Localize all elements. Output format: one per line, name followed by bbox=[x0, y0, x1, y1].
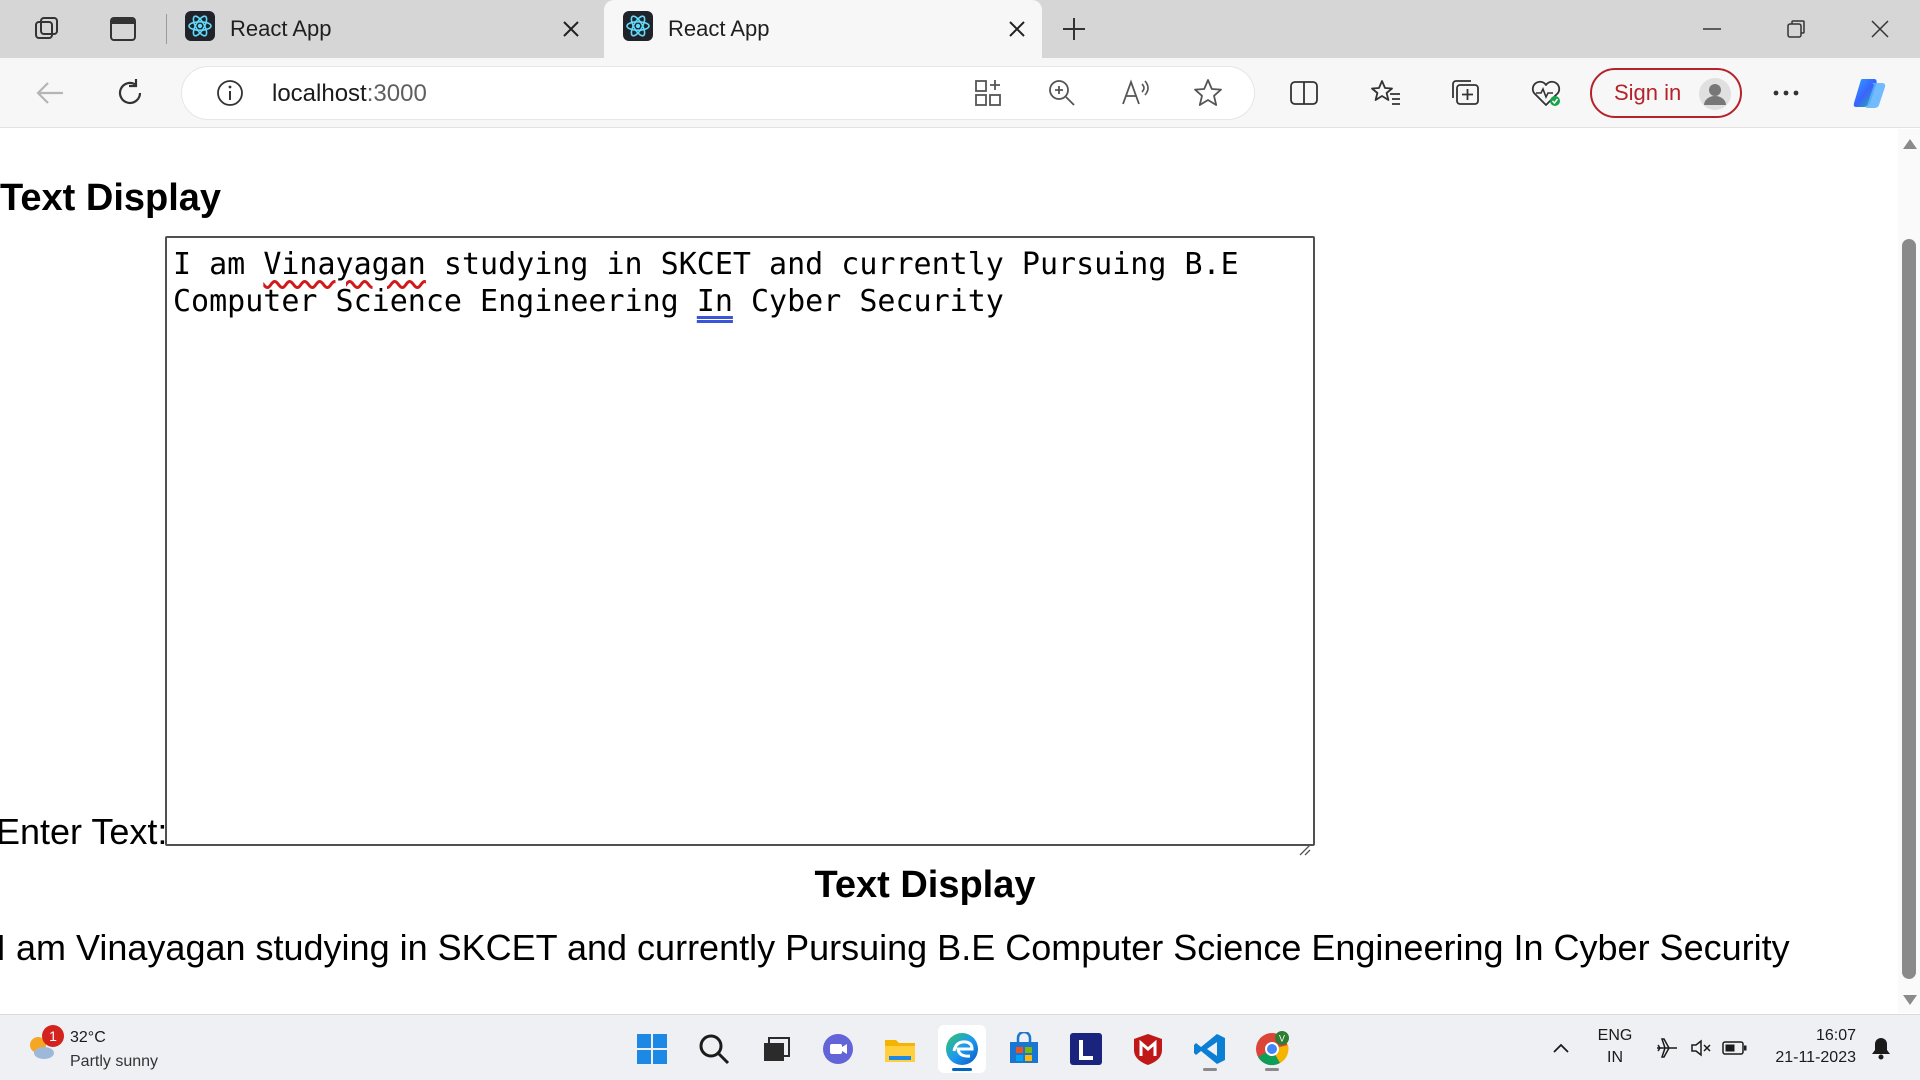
page-scrollbar[interactable] bbox=[1898, 129, 1920, 1013]
split-screen-icon[interactable] bbox=[1282, 71, 1326, 115]
language-indicator[interactable]: ENG IN bbox=[1590, 1027, 1640, 1067]
copilot-icon[interactable] bbox=[1848, 71, 1892, 115]
airplane-mode-icon[interactable] bbox=[1654, 1035, 1680, 1061]
scroll-thumb[interactable] bbox=[1902, 239, 1916, 979]
new-tab-button[interactable] bbox=[1052, 10, 1096, 48]
output-text: I am Vinayagan studying in SKCET and cur… bbox=[0, 927, 1790, 968]
notification-badge: 1 bbox=[42, 1025, 64, 1047]
weather-condition: Partly sunny bbox=[70, 1053, 159, 1070]
sign-in-button[interactable]: Sign in bbox=[1590, 68, 1742, 118]
clock-time: 16:07 bbox=[1815, 1027, 1856, 1044]
scroll-up-arrow-icon[interactable] bbox=[1903, 139, 1917, 149]
mcafee-icon[interactable] bbox=[1124, 1025, 1172, 1073]
restore-icon[interactable] bbox=[1756, 0, 1836, 58]
chrome-icon[interactable]: V bbox=[1248, 1025, 1296, 1073]
running-indicator bbox=[1203, 1068, 1217, 1071]
url-port: :3000 bbox=[366, 80, 427, 107]
edge-icon[interactable] bbox=[938, 1025, 986, 1073]
vscode-icon[interactable] bbox=[1186, 1025, 1234, 1073]
close-tab-icon[interactable] bbox=[1002, 14, 1032, 44]
url-host: localhost bbox=[272, 80, 367, 107]
textarea-text: I am bbox=[173, 247, 264, 282]
address-bar[interactable]: localhost:3000 bbox=[182, 67, 1254, 119]
notification-bell-icon[interactable] bbox=[1868, 1035, 1894, 1061]
clock-date: 21-11-2023 bbox=[1775, 1049, 1856, 1066]
scroll-down-arrow-icon[interactable] bbox=[1903, 995, 1917, 1005]
zoom-icon[interactable] bbox=[1042, 75, 1082, 111]
favorite-star-icon[interactable] bbox=[1188, 75, 1228, 111]
l-app-icon[interactable] bbox=[1062, 1025, 1110, 1073]
speaker-muted-icon[interactable] bbox=[1688, 1035, 1714, 1061]
sign-in-label: Sign in bbox=[1614, 80, 1682, 105]
running-indicator bbox=[1265, 1068, 1279, 1071]
page-viewport: Text Display I am Vinayagan studying in … bbox=[0, 129, 1900, 1013]
tab-react-app-1[interactable]: React App bbox=[176, 0, 596, 58]
svg-text:V: V bbox=[1279, 1034, 1285, 1044]
enter-text-label: Enter Text: bbox=[0, 811, 168, 852]
close-tab-icon[interactable] bbox=[556, 14, 586, 44]
favorites-icon[interactable] bbox=[1364, 71, 1408, 115]
clock[interactable]: 16:07 21-11-2023 bbox=[1766, 1027, 1856, 1067]
browser-essentials-icon[interactable] bbox=[1524, 71, 1568, 115]
close-window-icon[interactable] bbox=[1840, 0, 1920, 58]
tab-title: React App bbox=[230, 16, 332, 41]
text-input-area[interactable]: I am Vinayagan studying in SKCET and cur… bbox=[165, 236, 1315, 856]
textarea-text: Cyber Security bbox=[732, 284, 1004, 319]
page-heading: Text Display bbox=[0, 177, 222, 219]
profile-avatar-icon bbox=[1698, 77, 1732, 111]
collections-icon[interactable] bbox=[1444, 71, 1488, 115]
react-logo-icon bbox=[622, 10, 654, 48]
search-icon[interactable] bbox=[690, 1025, 738, 1073]
tab-strip: React App React App bbox=[0, 0, 1920, 58]
battery-icon[interactable] bbox=[1722, 1035, 1748, 1061]
region-code: IN bbox=[1607, 1049, 1623, 1066]
windows-taskbar: 1 32°C Partly sunny V ENG IN 16:07 21-11… bbox=[0, 1014, 1920, 1080]
active-indicator bbox=[952, 1068, 972, 1071]
language-code: ENG bbox=[1597, 1027, 1633, 1044]
grammar-flagged-word[interactable]: In bbox=[697, 284, 733, 319]
divider bbox=[166, 14, 167, 44]
task-view-icon[interactable] bbox=[752, 1025, 800, 1073]
react-logo-icon bbox=[184, 10, 216, 48]
workspaces-icon[interactable] bbox=[25, 10, 69, 48]
store-icon[interactable] bbox=[1000, 1025, 1048, 1073]
resize-grip-icon[interactable] bbox=[1297, 828, 1311, 856]
back-arrow-icon[interactable] bbox=[28, 71, 72, 115]
show-hidden-icons-chevron-icon[interactable] bbox=[1548, 1035, 1574, 1061]
misspelled-word[interactable]: Vinayagan bbox=[263, 247, 426, 282]
vertical-tabs-icon[interactable] bbox=[101, 10, 145, 48]
browser-toolbar: localhost:3000 Sign in bbox=[0, 58, 1920, 128]
apps-add-icon[interactable] bbox=[968, 75, 1008, 111]
tab-react-app-2[interactable]: React App bbox=[604, 0, 1042, 58]
site-info-icon[interactable] bbox=[210, 75, 250, 111]
tab-title: React App bbox=[668, 16, 770, 41]
chat-icon[interactable] bbox=[814, 1025, 862, 1073]
url-text[interactable]: localhost:3000 bbox=[272, 80, 427, 108]
read-aloud-icon[interactable] bbox=[1116, 75, 1156, 111]
output-heading: Text Display bbox=[814, 864, 1036, 906]
weather-widget[interactable]: 1 32°C Partly sunny bbox=[22, 1025, 242, 1073]
weather-temp: 32°C bbox=[70, 1029, 106, 1046]
file-explorer-icon[interactable] bbox=[876, 1025, 924, 1073]
more-options-icon[interactable] bbox=[1764, 71, 1808, 115]
refresh-icon[interactable] bbox=[108, 71, 152, 115]
minimize-icon[interactable] bbox=[1672, 0, 1752, 58]
start-icon[interactable] bbox=[628, 1025, 676, 1073]
